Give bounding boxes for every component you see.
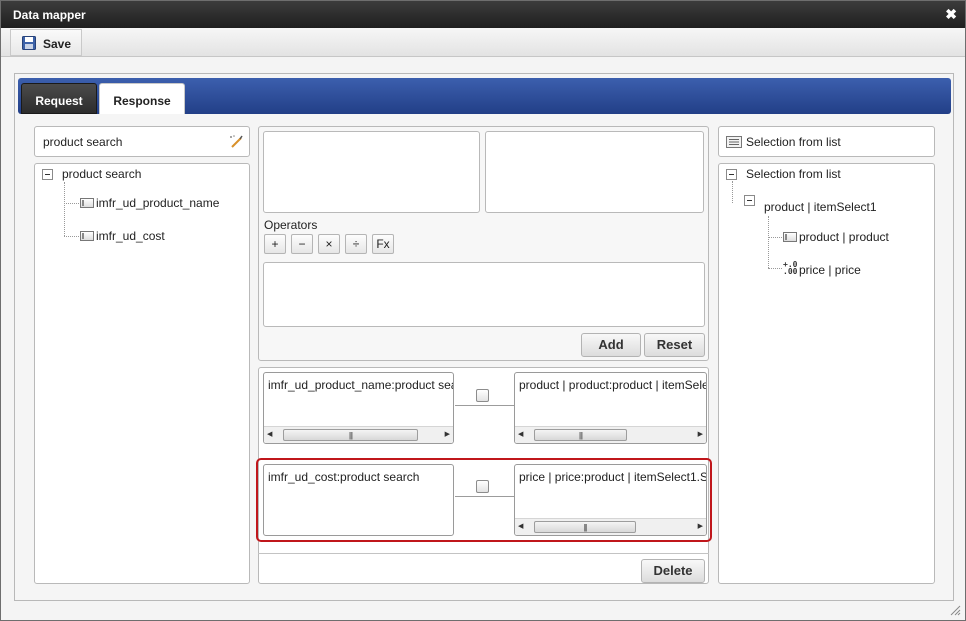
tree-root-product-search[interactable]: product search [62,167,141,181]
toolbar: Save [1,28,965,57]
title-bar: Data mapper ✖ [1,1,965,28]
edit-wand-icon[interactable] [228,134,244,150]
save-label: Save [43,37,72,51]
operator-multiply-button[interactable]: × [318,234,340,254]
source-selector-value: product search [43,135,123,149]
scroll-right-icon[interactable]: ▶ [698,522,703,530]
floppy-disk-icon [22,36,36,50]
tree-connector [64,203,79,204]
scroll-thumb[interactable]: ||| [283,429,418,441]
operator-function-button[interactable]: Fx [372,234,394,254]
collapse-icon[interactable] [726,169,737,180]
scroll-thumb[interactable]: ||| [534,429,627,441]
tree-group-item-select[interactable]: product | itemSelect1 [764,200,877,214]
expression-editor[interactable] [263,262,705,327]
collapse-icon[interactable] [42,169,53,180]
close-icon[interactable]: ✖ [945,6,957,23]
operator-divide-button[interactable]: ÷ [345,234,367,254]
target-selector-value: Selection from list [746,135,841,149]
scroll-left-icon[interactable]: ◀ [518,522,523,530]
mapping-connector [455,496,515,497]
target-selector[interactable]: Selection from list [718,126,935,157]
resize-grip-icon[interactable] [949,604,961,616]
mapping-source-box[interactable]: imfr_ud_cost:product search [263,464,454,536]
source-selector[interactable]: product search [34,126,250,157]
save-button[interactable]: Save [10,29,82,56]
mapping-source-box[interactable]: imfr_ud_product_name:product search ◀ ||… [263,372,454,444]
tree-item-product-name[interactable]: imfr_ud_product_name [96,196,219,210]
scroll-left-icon[interactable]: ◀ [518,430,523,438]
tree-connector [768,216,769,268]
tree-connector [64,236,79,237]
tab-response[interactable]: Response [99,83,185,114]
tree-item-price[interactable]: price | price [799,263,861,277]
tab-request[interactable]: Request [21,83,97,114]
tree-item-cost[interactable]: imfr_ud_cost [96,229,165,243]
target-tree-panel: Selection from list product | itemSelect… [718,163,935,584]
data-mapper-window: Data mapper ✖ Save Request Response prod… [0,0,966,621]
mapping-target-text: price | price:product | itemSelect1.S [519,470,707,484]
tree-connector [768,237,782,238]
add-button[interactable]: Add [581,333,641,357]
scroll-right-icon[interactable]: ▶ [445,430,450,438]
operators-label: Operators [264,218,318,232]
field-icon [783,232,797,242]
mapping-source-text: imfr_ud_cost:product search [268,470,420,484]
mapping-target-box[interactable]: product | product:product | itemSelect1 … [514,372,707,444]
mapping-checkbox[interactable] [476,480,489,493]
source-tree-panel: product search imfr_ud_product_name imfr… [34,163,250,584]
tab-response-label: Response [113,94,171,108]
collapse-icon[interactable] [744,195,755,206]
mapping-target-text: product | product:product | itemSelect1 [519,378,707,392]
divider [258,553,709,554]
field-icon [80,231,94,241]
tab-request-label: Request [35,94,83,108]
horizontal-scrollbar[interactable]: ◀ ||| ▶ [264,426,453,443]
numeric-field-icon: +.0.00 [783,260,798,276]
tree-item-product[interactable]: product | product [799,230,889,244]
tree-connector [732,181,733,203]
mapping-target-box[interactable]: price | price:product | itemSelect1.S ◀ … [514,464,707,536]
horizontal-scrollbar[interactable]: ◀ ||| ▶ [515,518,706,535]
expression-target-box[interactable] [485,131,704,213]
tree-connector [768,268,782,269]
tree-root-selection[interactable]: Selection from list [746,167,841,181]
tab-bar: Request Response [18,78,951,114]
window-title: Data mapper [13,8,86,22]
field-icon [80,198,94,208]
mapper-content: Request Response product search product … [14,73,954,601]
delete-button[interactable]: Delete [641,559,705,583]
scroll-thumb[interactable]: ||| [534,521,636,533]
scroll-right-icon[interactable]: ▶ [698,430,703,438]
mapping-connector [455,405,515,406]
operator-minus-button[interactable]: − [291,234,313,254]
scroll-left-icon[interactable]: ◀ [267,430,272,438]
mapping-checkbox[interactable] [476,389,489,402]
horizontal-scrollbar[interactable]: ◀ ||| ▶ [515,426,706,443]
reset-button[interactable]: Reset [644,333,705,357]
mapping-source-text: imfr_ud_product_name:product search [268,378,454,392]
list-icon [726,136,742,148]
expression-source-box[interactable] [263,131,480,213]
tree-connector [64,182,65,236]
operator-plus-button[interactable]: + [264,234,286,254]
